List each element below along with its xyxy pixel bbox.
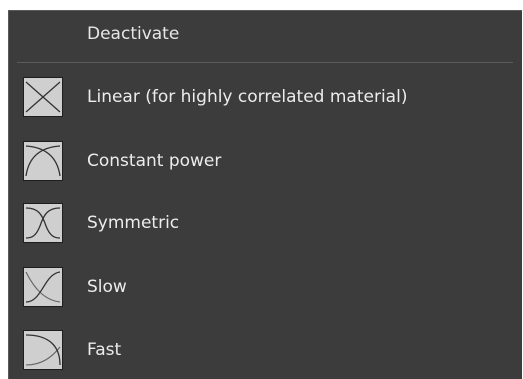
menu-item-label: Fast [87,340,122,360]
menu-item-slow[interactable]: Slow [9,259,521,315]
symmetric-crossfade-icon [23,203,63,243]
slow-crossfade-icon [23,267,63,307]
linear-crossfade-icon [23,77,63,117]
crossfade-menu: Deactivate Linear (for highly correlated… [8,10,522,379]
menu-item-label: Linear (for highly correlated material) [87,87,408,107]
menu-item-label: Symmetric [87,213,180,233]
menu-item-label: Slow [87,277,127,297]
menu-divider [17,62,513,63]
menu-item-linear[interactable]: Linear (for highly correlated material) [9,69,521,125]
menu-item-label: Constant power [87,151,222,171]
menu-item-symmetric[interactable]: Symmetric [9,195,521,251]
constant-power-crossfade-icon [23,141,63,181]
menu-item-deactivate[interactable]: Deactivate [87,23,179,45]
menu-item-constant-power[interactable]: Constant power [9,133,521,189]
fast-crossfade-icon [23,330,63,370]
menu-item-fast[interactable]: Fast [9,322,521,378]
